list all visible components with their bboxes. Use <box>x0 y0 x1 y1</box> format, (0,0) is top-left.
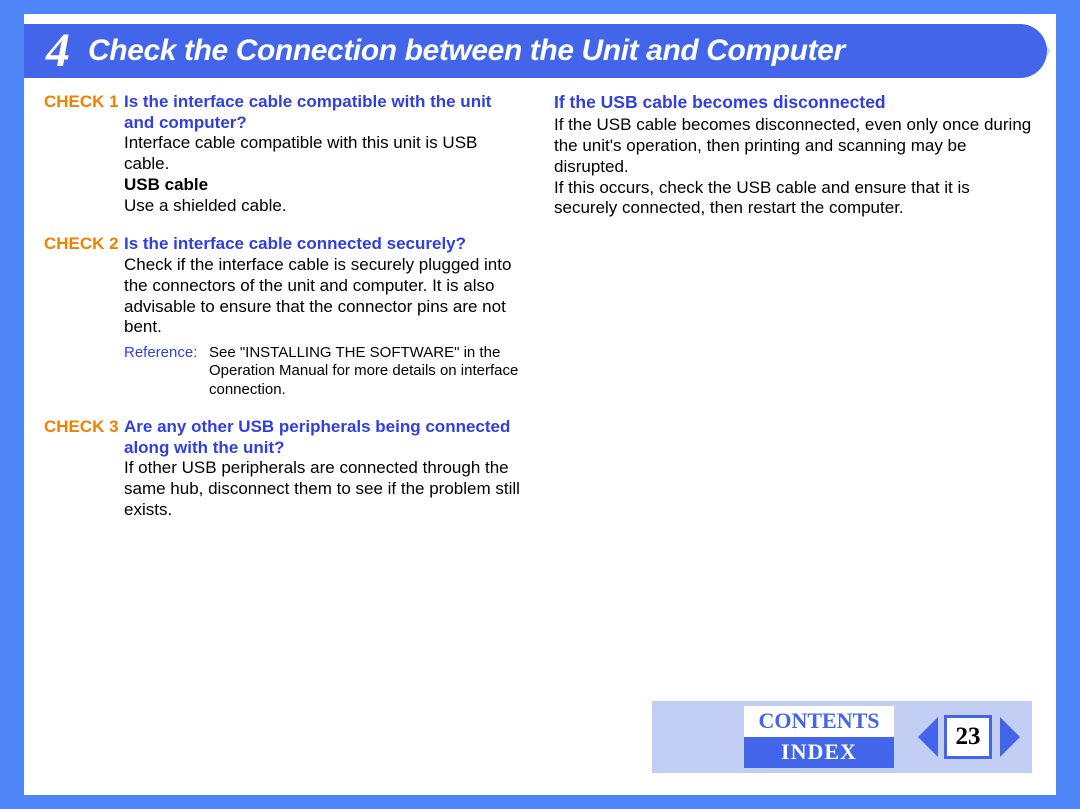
footer-links: CONTENTS INDEX <box>744 706 894 767</box>
section-header: 4 Check the Connection between the Unit … <box>24 24 1047 78</box>
check-label: CHECK 2 <box>44 234 124 255</box>
check-question: Is the interface cable connected securel… <box>124 234 526 255</box>
check-label: CHECK 3 <box>44 417 124 438</box>
check-2: CHECK 2 Is the interface cable connected… <box>44 234 526 399</box>
prev-page-arrow-icon[interactable] <box>918 717 938 757</box>
next-page-arrow-icon[interactable] <box>1000 717 1020 757</box>
left-column: CHECK 1 Is the interface cable compatibl… <box>44 92 526 539</box>
right-paragraph: If this occurs, check the USB cable and … <box>554 178 1036 219</box>
check-1: CHECK 1 Is the interface cable compatibl… <box>44 92 526 216</box>
content-panel: 4 Check the Connection between the Unit … <box>24 14 1056 795</box>
page-number: 23 <box>944 715 992 759</box>
reference-body: See "INSTALLING THE SOFTWARE" in the Ope… <box>209 344 526 399</box>
check-body: Use a shielded cable. <box>124 196 526 217</box>
section-title: Check the Connection between the Unit an… <box>88 34 845 68</box>
reference-label: Reference: <box>124 344 209 362</box>
check-body: Interface cable compatible with this uni… <box>124 133 526 174</box>
subheading: USB cable <box>124 175 526 196</box>
check-content: Is the interface cable connected securel… <box>124 234 526 399</box>
reference-row: Reference: See "INSTALLING THE SOFTWARE"… <box>124 344 526 399</box>
check-question: Is the interface cable compatible with t… <box>124 92 526 133</box>
check-content: Is the interface cable compatible with t… <box>124 92 526 216</box>
index-link[interactable]: INDEX <box>744 737 894 768</box>
check-question: Are any other USB peripherals being conn… <box>124 417 526 458</box>
footer-nav: CONTENTS INDEX 23 <box>652 701 1032 773</box>
right-paragraph: If the USB cable becomes disconnected, e… <box>554 115 1036 177</box>
right-heading: If the USB cable becomes disconnected <box>554 92 1036 113</box>
page-frame: 4 Check the Connection between the Unit … <box>0 0 1080 809</box>
right-column: If the USB cable becomes disconnected If… <box>554 92 1036 539</box>
check-content: Are any other USB peripherals being conn… <box>124 417 526 521</box>
check-3: CHECK 3 Are any other USB peripherals be… <box>44 417 526 521</box>
check-label: CHECK 1 <box>44 92 124 113</box>
contents-link[interactable]: CONTENTS <box>744 706 894 737</box>
body-columns: CHECK 1 Is the interface cable compatibl… <box>44 92 1036 539</box>
check-body: If other USB peripherals are connected t… <box>124 458 526 520</box>
section-number: 4 <box>46 27 70 75</box>
check-body: Check if the interface cable is securely… <box>124 255 526 338</box>
